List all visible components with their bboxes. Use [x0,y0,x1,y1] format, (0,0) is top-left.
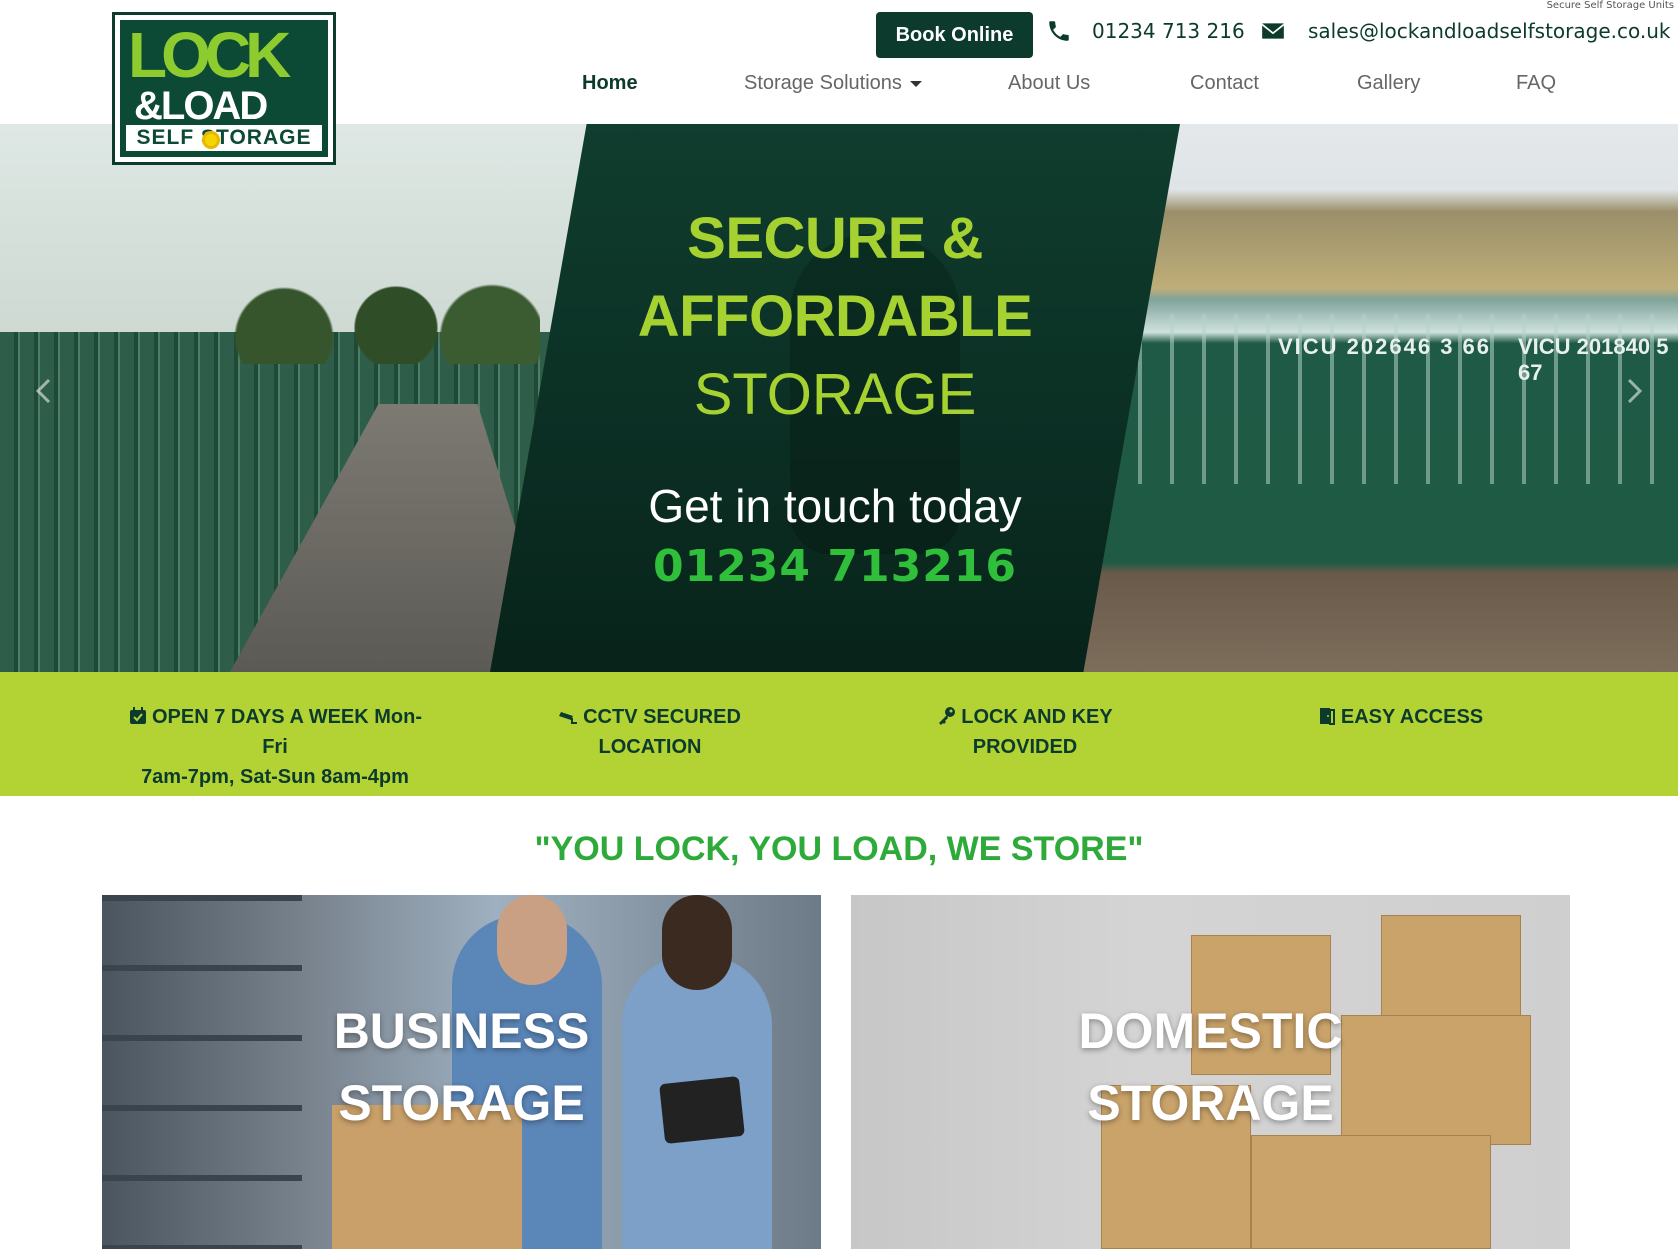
hero-headline-line2: AFFORDABLE [637,284,1033,349]
logo-word-load: &LOAD [134,84,268,128]
header-phone-link[interactable]: 01234 713 216 [1046,18,1245,44]
business-storage-title-line2: STORAGE [338,1075,585,1131]
hero-cta-phone[interactable]: 01234 713216 [500,536,1170,598]
book-online-button[interactable]: Book Online [876,12,1033,58]
domestic-storage-title: DOMESTIC STORAGE [851,995,1570,1139]
feature-easy-access: EASY ACCESS [1315,702,1485,732]
header-email-text: sales@lockandloadselfstorage.co.uk [1308,19,1671,43]
nav-item-faq[interactable]: FAQ [1516,72,1556,95]
slogan-heading: "YOU LOCK, YOU LOAD, WE STORE" [534,830,1144,868]
slider-next-arrow-icon[interactable] [1618,376,1648,406]
domestic-storage-card[interactable]: DOMESTIC STORAGE [851,895,1570,1249]
feature-cctv: CCTV SECURED LOCATION [505,702,795,762]
key-icon [202,131,220,149]
card-box [1251,1135,1491,1249]
feature-lock-key: LOCK AND KEY PROVIDED [885,702,1165,762]
hero-trees [220,274,540,364]
caret-down-icon [909,80,922,87]
domestic-storage-title-line2: STORAGE [1087,1075,1334,1131]
hero-call-to-action: Get in touch today 01234 713216 [500,476,1170,598]
phone-icon [1049,21,1069,41]
site-logo[interactable]: LOCK &LOAD SELF STORAGE [112,12,336,165]
hero-headline: SECURE & AFFORDABLE STORAGE [500,200,1170,434]
site-tagline: Secure Self Storage Units [1546,0,1674,11]
cctv-icon [559,712,578,724]
logo-word-lock: LOCK [128,19,291,91]
business-storage-card[interactable]: BUSINESS STORAGE [102,895,821,1249]
logo-badge: LOCK &LOAD SELF STORAGE [118,18,330,159]
feature-opening-hours: OPEN 7 DAYS A WEEK Mon-Fri 7am-7pm, Sat-… [120,702,430,792]
feature-cctv-label: CCTV SECURED LOCATION [583,706,741,758]
nav-item-home[interactable]: Home [582,72,638,95]
domestic-storage-title-line1: DOMESTIC [1078,1003,1343,1059]
feature-opening-hours-line2: 7am-7pm, Sat-Sun 8am-4pm [141,766,409,788]
header-phone-text: 01234 713 216 [1092,19,1245,43]
calendar-icon [129,707,146,724]
card-person-woman-head [662,895,732,990]
feature-opening-hours-line1: OPEN 7 DAYS A WEEK Mon-Fri [151,706,423,758]
feature-lock-key-label: LOCK AND KEY PROVIDED [961,706,1113,758]
door-icon [1319,708,1335,725]
container-number-right: VICU 201840 5 67 [1518,334,1669,385]
site-header: Secure Self Storage Units LOCK &LOAD SEL… [0,0,1678,165]
slider-prev-arrow-icon[interactable] [30,376,60,406]
hero-headline-line3: STORAGE [693,362,977,427]
business-storage-title: BUSINESS STORAGE [102,995,821,1139]
nav-item-storage-solutions[interactable]: Storage Solutions [744,72,922,95]
hero-cta-text: Get in touch today [648,480,1022,532]
nav-item-gallery[interactable]: Gallery [1357,72,1420,95]
hero-slider: VICU 202646 3 66 VICU 201840 5 67 SECURE… [0,124,1678,672]
nav-item-contact[interactable]: Contact [1190,72,1259,95]
business-storage-title-line1: BUSINESS [333,1003,590,1059]
envelope-icon [1262,23,1284,39]
card-person-man-head [497,895,567,985]
features-band: OPEN 7 DAYS A WEEK Mon-Fri 7am-7pm, Sat-… [0,672,1678,796]
logo-word-self-storage: SELF STORAGE [126,125,322,151]
nav-item-about-us[interactable]: About Us [1008,72,1090,95]
hero-headline-line1: SECURE & [687,206,983,271]
container-number-left: VICU 202646 3 66 [1278,334,1492,359]
key-icon [939,707,956,725]
nav-item-storage-solutions-label: Storage Solutions [744,72,902,94]
header-email-link[interactable]: sales@lockandloadselfstorage.co.uk [1260,18,1671,44]
feature-easy-access-label: EASY ACCESS [1340,706,1484,728]
